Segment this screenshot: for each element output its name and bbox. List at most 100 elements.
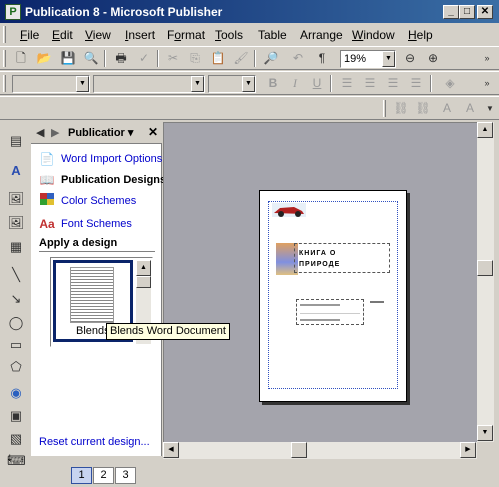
color-schemes-link[interactable]: Color Schemes [61,195,136,207]
menu-arrange[interactable]: Arrange [300,28,343,42]
more-buttons-icon[interactable]: ⇣ [6,453,14,464]
design-gallery-icon[interactable]: ◉ [7,384,25,402]
menu-format[interactable]: Format [167,28,205,42]
open-icon[interactable]: 📂 [35,50,53,67]
cut-icon[interactable]: ✂ [164,50,182,67]
toolbar-grip[interactable] [383,100,386,117]
separator [254,50,256,67]
menu-file[interactable]: File [20,28,39,42]
chevron-down-icon[interactable]: ▼ [76,76,89,92]
previous-frame-icon[interactable]: A [438,100,456,117]
objects-toolbar: ▤ A 🖼 🖼 ▦ ╲ ↘ ◯ ▭ ⬠ ◉ ▣ ▧ ⌨ [0,122,30,468]
justify-icon[interactable]: ☰ [407,75,425,92]
publication-designs-link[interactable]: Publication Designs [61,174,166,186]
page-1-tab[interactable]: 1 [71,467,92,484]
print-icon[interactable]: 🖶 [112,50,130,67]
close-icon[interactable]: ✕ [148,125,158,139]
forward-icon[interactable]: ▶ [51,126,59,139]
title-bar[interactable]: P Publication 8 - Microsoft Publisher _ … [0,0,499,24]
font-schemes-link[interactable]: Font Schemes [61,218,132,230]
menu-help[interactable]: Help [408,28,433,42]
menu-tools[interactable]: Tools [215,28,243,42]
page-3-tab[interactable]: 3 [115,467,136,484]
chevron-down-icon[interactable]: ▼ [242,76,255,92]
publisher-app-icon[interactable]: P [5,4,21,20]
text-box-icon[interactable]: A [7,162,25,180]
menu-table[interactable]: Table [258,28,287,42]
toolbar-options-icon[interactable]: » [478,50,496,67]
line-icon[interactable]: ╲ [7,266,25,284]
select-objects-icon[interactable]: ▤ [7,132,25,150]
rectangle-icon[interactable]: ▭ [7,336,25,354]
clip-art-icon[interactable]: 🖼 [7,214,25,232]
picture-frame-icon[interactable]: 🖼 [7,190,25,208]
back-icon[interactable]: ◀ [36,126,44,139]
reset-design-link[interactable]: Reset current design... [39,436,150,448]
toolbar-options-icon[interactable]: ▼ [481,100,499,117]
formatting-toolbar: ▼ ▼ ▼ B I U ☰ ☰ ☰ ☰ ◈ » [0,71,499,95]
paste-icon[interactable]: 📋 [209,50,227,67]
hotspot-icon[interactable]: ▣ [7,407,25,425]
scroll-right-button[interactable]: ▶ [460,442,476,458]
toolbar-options-icon[interactable]: » [478,75,496,92]
zoom-in-icon[interactable]: ⊕ [424,50,442,67]
horizontal-scrollbar[interactable]: ◀ ▶ [163,442,477,459]
oval-icon[interactable]: ◯ [7,314,25,332]
table-frame-icon[interactable]: ▦ [7,238,25,256]
menu-edit[interactable]: Edit [52,28,73,42]
scroll-up-button[interactable]: ▲ [477,122,493,138]
style-combo[interactable]: ▼ [12,75,90,93]
scroll-up-button[interactable]: ▲ [136,260,151,276]
format-painter-icon[interactable]: 🖌 [232,50,250,67]
menu-view[interactable]: View [85,28,111,42]
autoshapes-icon[interactable]: ⬠ [7,358,25,376]
italic-icon[interactable]: I [286,75,304,92]
font-combo[interactable]: ▼ [93,75,205,93]
scroll-down-button[interactable]: ▼ [477,425,493,441]
vertical-scroll-thumb[interactable] [477,260,493,276]
underline-icon[interactable]: U [308,75,326,92]
page-2-tab[interactable]: 2 [93,467,114,484]
minimize-button[interactable]: _ [443,5,459,19]
vertical-scrollbar[interactable]: ▲ ▼ [477,122,494,442]
save-icon[interactable]: 💾 [59,50,77,67]
horizontal-scroll-thumb[interactable] [291,442,307,458]
break-link-icon[interactable]: ⛓ [414,100,432,117]
scroll-left-button[interactable]: ◀ [163,442,179,458]
menu-insert[interactable]: Insert [125,28,155,42]
maximize-button[interactable]: □ [459,5,475,19]
spelling-icon[interactable]: ✓ [135,50,153,67]
zoom-combo[interactable]: 19% ▼ [340,50,396,68]
chevron-down-icon[interactable]: ▼ [382,51,395,67]
title-frame[interactable]: КНИГА О ПРИРОДЕ [294,243,390,273]
copy-icon[interactable]: ⎘ [186,50,204,67]
arrow-icon[interactable]: ↘ [7,290,25,308]
toolbar-grip[interactable] [3,75,6,92]
search-file-icon[interactable]: 🔍 [82,50,100,67]
bold-icon[interactable]: B [264,75,282,92]
align-right-icon[interactable]: ☰ [384,75,402,92]
menu-grip[interactable] [3,26,6,43]
chevron-down-icon[interactable]: ▼ [191,76,204,92]
fill-color-icon[interactable]: ◈ [441,75,459,92]
next-frame-icon[interactable]: A [461,100,479,117]
toolbar-grip[interactable] [3,50,6,67]
subtitle-frame[interactable] [296,299,364,325]
word-import-options-link[interactable]: Word Import Options [61,153,162,165]
create-link-icon[interactable]: ⛓ [392,100,410,117]
align-left-icon[interactable]: ☰ [338,75,356,92]
publication-page[interactable]: КНИГА О ПРИРОДЕ [259,190,407,402]
zoom-out-icon[interactable]: ⊖ [401,50,419,67]
pilcrow-icon[interactable]: ¶ [313,50,331,67]
close-button[interactable]: ✕ [477,5,493,19]
scroll-thumb[interactable] [136,276,151,288]
task-pane-header: ◀ ▶ Publicatior ▾ ✕ [31,122,162,144]
align-center-icon[interactable]: ☰ [361,75,379,92]
font-size-combo[interactable]: ▼ [208,75,256,93]
menu-window[interactable]: Window [352,28,395,42]
new-icon[interactable]: 🗋 [12,50,30,67]
undo-icon[interactable]: ↶ [289,50,307,67]
form-control-icon[interactable]: ▧ [7,430,25,448]
print-preview-icon[interactable]: 🔎 [262,50,280,67]
task-pane-title[interactable]: Publicatior ▾ [68,126,133,139]
